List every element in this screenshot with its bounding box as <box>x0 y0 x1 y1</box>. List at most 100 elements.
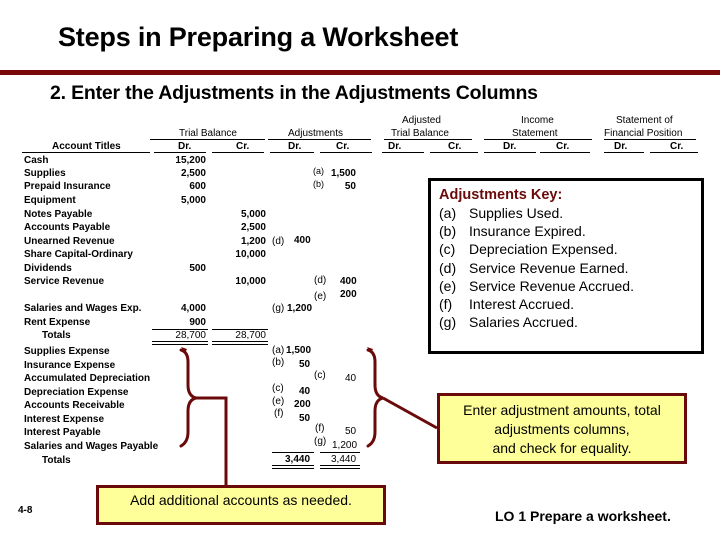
adj-dr-ref: (d) <box>272 236 285 247</box>
header-atb-dr: Dr. <box>388 141 402 152</box>
callout-line: adjustments columns, <box>494 421 630 437</box>
key-text: Salaries Accrued. <box>469 314 578 331</box>
key-item: (d) Service Revenue Earned. <box>439 259 693 277</box>
tb-cr-value: 10,000 <box>235 249 266 260</box>
adj-cr-ref: (e) <box>314 291 327 302</box>
tb-cr-value: 10,000 <box>235 276 266 287</box>
rule <box>484 139 592 140</box>
adj-cr-value: 1,200 <box>332 440 358 451</box>
tb-cr-value: 2,500 <box>240 222 266 233</box>
key-text: Insurance Expired. <box>469 223 586 240</box>
tb-dr-value: 900 <box>189 317 206 328</box>
header-adjusted-line2: Trial Balance <box>391 128 449 139</box>
account-name: Accumulated Depreciation <box>24 373 151 384</box>
key-letter: (c) <box>439 241 456 258</box>
adj-total-dr: 3,440 <box>285 454 311 465</box>
header-sfp-cr: Cr. <box>670 141 684 152</box>
rule <box>270 152 314 153</box>
adj-dr-value: 40 <box>299 386 311 397</box>
key-item: (b) Insurance Expired. <box>439 222 693 240</box>
account-name: Cash <box>24 155 49 166</box>
rule <box>540 152 590 153</box>
header-adj-dr: Dr. <box>288 141 302 152</box>
key-item: (a) Supplies Used. <box>439 204 693 222</box>
rule <box>484 152 536 153</box>
rule <box>154 152 206 153</box>
header-sfp-dr: Dr. <box>614 141 628 152</box>
tb-total-cr: 28,700 <box>235 330 266 341</box>
account-name: Rent Expense <box>24 317 91 328</box>
adj-cr-value: 50 <box>345 426 357 437</box>
adj-cr-ref: (c) <box>314 370 326 381</box>
adj-dr-ref: (c) <box>272 383 284 394</box>
adj-dr-ref: (b) <box>272 357 285 368</box>
header-atb-cr: Cr. <box>448 141 462 152</box>
rule <box>430 152 478 153</box>
account-name: Share Capital-Ordinary <box>24 249 133 260</box>
rule <box>320 152 372 153</box>
double-rule <box>212 341 268 345</box>
header-tb-dr: Dr. <box>178 141 192 152</box>
adj-totals-label: Totals <box>42 455 71 466</box>
rule <box>384 139 472 140</box>
tb-dr-value: 5,000 <box>180 195 206 206</box>
rule <box>212 152 264 153</box>
header-sfp-line1: Statement of <box>616 115 673 126</box>
key-item: (e) Service Revenue Accrued. <box>439 277 693 295</box>
header-adjustments: Adjustments <box>288 128 344 139</box>
adj-cr-value: 400 <box>340 276 357 287</box>
adjustments-key-title: Adjustments Key: <box>439 187 563 203</box>
rule <box>604 152 644 153</box>
tb-total-dr: 28,700 <box>175 330 206 341</box>
account-name: Notes Payable <box>24 209 93 220</box>
tb-dr-value: 15,200 <box>175 155 206 166</box>
header-is-dr: Dr. <box>503 141 517 152</box>
adj-dr-ref: (g) <box>272 303 285 314</box>
account-name: Unearned Revenue <box>24 236 115 247</box>
account-name: Prepaid Insurance <box>24 181 111 192</box>
adj-dr-value: 1,200 <box>287 303 313 314</box>
key-letter: (d) <box>439 259 457 276</box>
key-text: Interest Accrued. <box>469 296 575 313</box>
account-name: Accounts Payable <box>24 222 111 233</box>
learning-objective: LO 1 Prepare a worksheet. <box>495 508 671 524</box>
account-name: Supplies Expense <box>24 346 110 357</box>
header-income-line2: Statement <box>512 128 558 139</box>
callout-line: Enter adjustment amounts, total <box>463 402 661 418</box>
key-letter: (f) <box>439 296 453 313</box>
rule <box>150 139 265 140</box>
adj-cr-value: 40 <box>345 373 357 384</box>
rule <box>22 152 150 153</box>
key-letter: (g) <box>439 314 457 331</box>
adjustments-key-box: Adjustments Key: (a) Supplies Used. (b) In… <box>428 178 704 354</box>
key-letter: (e) <box>439 277 457 294</box>
account-name: Salaries and Wages Payable <box>24 441 159 452</box>
rule <box>650 152 698 153</box>
key-letter: (b) <box>439 223 457 240</box>
header-trial-balance: Trial Balance <box>179 128 237 139</box>
tb-dr-value: 2,500 <box>180 168 206 179</box>
account-name: Insurance Expense <box>24 360 116 371</box>
adj-dr-value: 1,500 <box>286 345 312 356</box>
adj-dr-value: 200 <box>294 399 311 410</box>
callout-add-accounts: Add additional accounts as needed. <box>96 485 386 525</box>
adj-dr-value: 50 <box>299 413 311 424</box>
account-name: Interest Payable <box>24 427 101 438</box>
header-account-titles: Account Titles <box>52 141 121 152</box>
account-name: Interest Expense <box>24 414 105 425</box>
double-rule <box>272 465 314 469</box>
adj-cr-ref: (d) <box>314 275 327 286</box>
adj-cr-ref: (g) <box>314 436 327 447</box>
adj-cr-value: 200 <box>340 289 357 300</box>
adj-cr-value: 1,500 <box>330 168 356 179</box>
tb-cr-value: 5,000 <box>240 209 266 220</box>
key-text: Service Revenue Accrued. <box>469 277 634 294</box>
tb-dr-value: 600 <box>189 181 206 192</box>
header-income-line1: Income <box>521 115 554 126</box>
tb-dr-value: 500 <box>189 263 206 274</box>
adj-dr-ref: (f) <box>274 408 284 419</box>
header-tb-cr: Cr. <box>236 141 250 152</box>
tb-totals-label: Totals <box>42 330 71 341</box>
tb-cr-value: 1,200 <box>240 236 266 247</box>
double-rule <box>320 465 360 469</box>
